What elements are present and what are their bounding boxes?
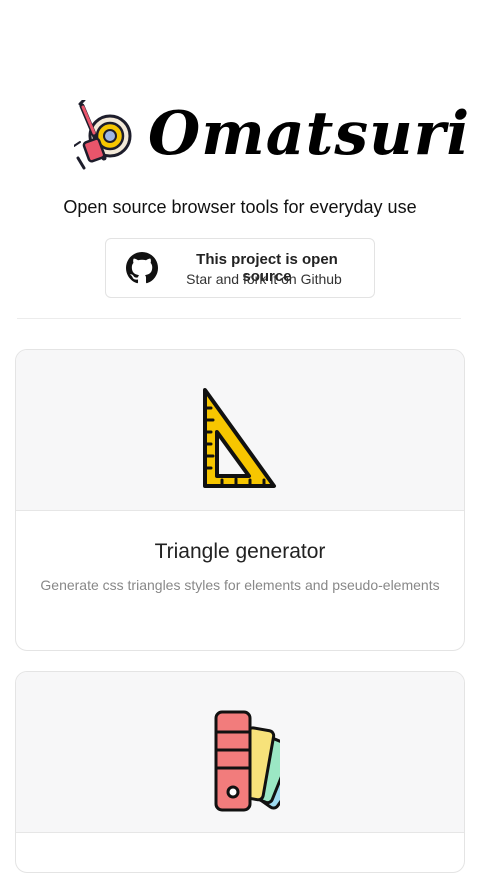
github-icon — [126, 252, 158, 284]
set-square-icon — [203, 388, 276, 488]
divider — [17, 318, 461, 319]
github-card-subtitle: Star and fork it on Github — [186, 271, 342, 287]
tool-card-title: Triangle generator — [154, 540, 326, 563]
brand-name: Omatsuri — [148, 99, 471, 169]
tool-card-image-area — [16, 672, 464, 833]
tagline: Open source browser tools for everyday u… — [63, 197, 417, 217]
color-palette-fan-icon — [214, 710, 280, 812]
tool-card-color-palette[interactable] — [15, 671, 465, 873]
github-link-card[interactable]: This project is open source Star and for… — [105, 238, 375, 298]
logo[interactable]: Omatsuri — [74, 99, 469, 172]
tool-card-triangle-generator[interactable]: Triangle generator Generate css triangle… — [15, 349, 465, 651]
festival-drum-icon — [74, 100, 132, 170]
tool-card-description: Generate css triangles styles for elemen… — [40, 577, 440, 593]
tool-card-image-area — [16, 350, 464, 511]
